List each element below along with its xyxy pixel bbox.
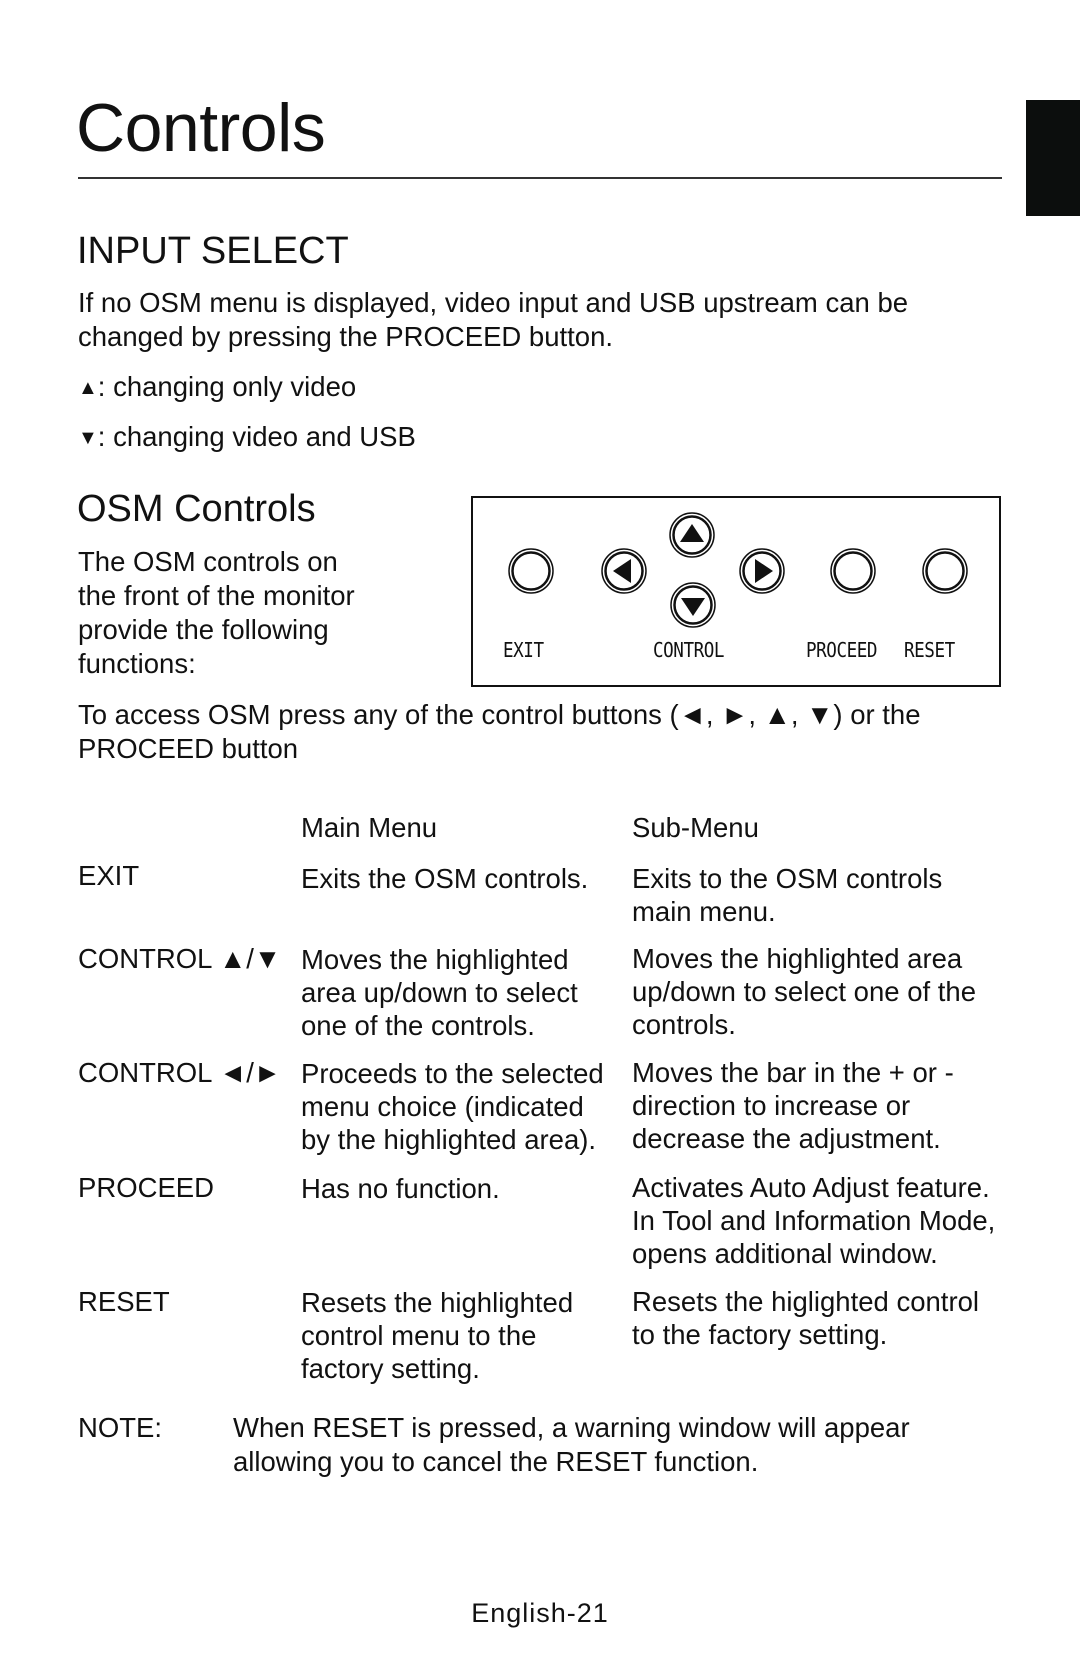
osm-controls-heading: OSM Controls — [77, 488, 316, 530]
reset-label: RESET — [904, 638, 955, 662]
right-arrow-button[interactable] — [739, 548, 785, 594]
up-arrow-button[interactable] — [669, 512, 715, 558]
down-arrow-button[interactable] — [670, 582, 716, 628]
sub-menu-cell: Moves the highlighted area up/down to se… — [632, 942, 1012, 1041]
cell-line: controls. — [632, 1009, 736, 1040]
paragraph-line: changed by pressing the PROCEED button. — [78, 321, 614, 352]
left-arrow-button[interactable] — [601, 548, 647, 594]
control-label: CONTROL — [653, 638, 725, 662]
option-text: : changing video and USB — [97, 421, 416, 452]
exit-button[interactable] — [508, 548, 554, 594]
access-line: PROCEED button — [78, 733, 299, 764]
cell-line: Moves the highlighted — [301, 944, 569, 975]
row-label: CONTROL ◄/► — [78, 1057, 282, 1088]
osm-access-instructions: To access OSM press any of the control b… — [78, 698, 921, 766]
note-label: NOTE: — [78, 1412, 163, 1443]
cell-line: Activates Auto Adjust feature. — [632, 1172, 990, 1203]
access-line: To access OSM press any of the control b… — [78, 699, 921, 730]
cell-line: main menu. — [632, 896, 776, 927]
cell-line: decrease the adjustment. — [632, 1123, 941, 1154]
intro-line: the front of the monitor — [78, 580, 355, 611]
row-label: RESET — [78, 1286, 170, 1317]
page-title: Controls — [76, 90, 326, 166]
intro-line: The OSM controls on — [78, 546, 338, 577]
input-select-heading: INPUT SELECT — [77, 230, 349, 272]
cell-line: factory setting. — [301, 1353, 480, 1384]
section-tab-marker — [1026, 100, 1080, 216]
cell-line: opens additional window. — [632, 1238, 938, 1269]
cell-line: Exits to the OSM controls — [632, 863, 943, 894]
cell-line: one of the controls. — [301, 1010, 535, 1041]
cell-line: Resets the highlighted — [301, 1287, 574, 1318]
cell-line: Has no function. — [301, 1173, 500, 1204]
note-text: When RESET is pressed, a warning window … — [233, 1411, 910, 1479]
main-menu-cell: Resets the highlighted control menu to t… — [301, 1286, 621, 1385]
proceed-label: PROCEED — [806, 638, 878, 662]
sub-menu-cell: Moves the bar in the + or - direction to… — [632, 1056, 1012, 1155]
osm-button-panel: EXIT CONTROL PROCEED RESET — [471, 496, 1001, 687]
main-menu-cell: Has no function. — [301, 1172, 621, 1205]
sub-menu-cell: Activates Auto Adjust feature. In Tool a… — [632, 1171, 1012, 1270]
arrow-up-icon: ▲ — [78, 377, 98, 399]
arrow-left-icon — [613, 559, 631, 583]
cell-line: Moves the highlighted area — [632, 943, 963, 974]
proceed-button[interactable] — [830, 548, 876, 594]
note-line: When RESET is pressed, a warning window … — [233, 1412, 910, 1443]
arrow-down-icon — [681, 598, 705, 616]
row-label: PROCEED — [78, 1172, 214, 1203]
option-text: : changing only video — [97, 371, 357, 402]
paragraph-line: If no OSM menu is displayed, video input… — [78, 287, 909, 318]
main-menu-cell: Proceeds to the selected menu choice (in… — [301, 1057, 621, 1156]
cell-line: by the highlighted area). — [301, 1124, 597, 1155]
sub-menu-cell: Resets the higlighted control to the fac… — [632, 1285, 1012, 1351]
main-menu-cell: Moves the highlighted area up/down to se… — [301, 943, 621, 1042]
cell-line: area up/down to select — [301, 977, 578, 1008]
row-label: CONTROL ▲/▼ — [78, 943, 282, 974]
input-select-paragraph: If no OSM menu is displayed, video input… — [78, 286, 908, 354]
header-main-menu: Main Menu — [301, 812, 438, 843]
title-divider — [78, 177, 1002, 179]
intro-line: functions: — [78, 648, 196, 679]
row-label: EXIT — [78, 860, 140, 891]
cell-line: In Tool and Information Mode, — [632, 1205, 996, 1236]
cell-line: Resets the higlighted control — [632, 1286, 980, 1317]
cell-line: Moves the bar in the + or - — [632, 1057, 954, 1088]
note-line: allowing you to cancel the RESET functio… — [233, 1446, 759, 1477]
cell-line: Proceeds to the selected — [301, 1058, 604, 1089]
cell-line: menu choice (indicated — [301, 1091, 584, 1122]
osm-intro: The OSM controls on the front of the mon… — [78, 545, 355, 681]
reset-button[interactable] — [922, 548, 968, 594]
cell-line: direction to increase or — [632, 1090, 911, 1121]
option-down: ▼: changing video and USB — [78, 420, 416, 455]
header-sub-menu: Sub-Menu — [632, 812, 759, 843]
exit-label: EXIT — [503, 638, 544, 662]
option-up: ▲: changing only video — [78, 370, 356, 405]
cell-line: up/down to select one of the — [632, 976, 976, 1007]
cell-line: control menu to the — [301, 1320, 537, 1351]
main-menu-cell: Exits the OSM controls. — [301, 862, 621, 895]
intro-line: provide the following — [78, 614, 329, 645]
page-number: English-21 — [471, 1598, 609, 1628]
arrow-down-icon: ▼ — [78, 427, 98, 449]
arrow-up-icon — [680, 524, 704, 542]
arrow-right-icon — [755, 559, 773, 583]
cell-line: to the factory setting. — [632, 1319, 888, 1350]
sub-menu-cell: Exits to the OSM controls main menu. — [632, 862, 1012, 928]
cell-line: Exits the OSM controls. — [301, 863, 589, 894]
